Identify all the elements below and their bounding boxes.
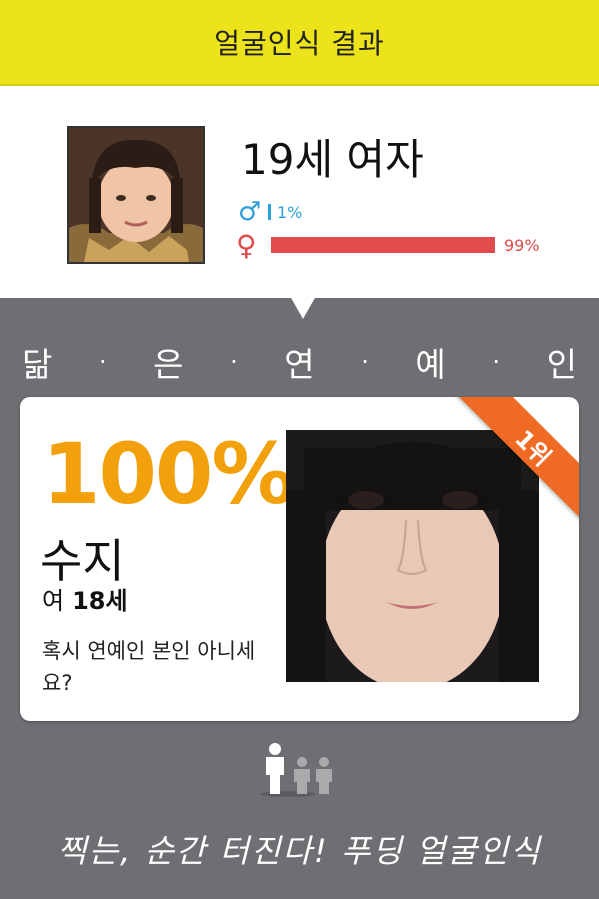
user-photo: [67, 126, 205, 264]
female-stat: ♀ 99%: [236, 228, 540, 262]
celebrity-age: 18세: [72, 587, 128, 615]
match-card[interactable]: 100% 수지 여 18세 혹시 연예인 본인 아니세요? 1위: [20, 397, 579, 721]
celebrity-photo: [286, 430, 539, 682]
section-char: 은: [153, 345, 184, 384]
section-char: 닮: [22, 345, 53, 384]
slogan: 찍는, 순간 터진다! 푸딩 얼굴인식: [57, 832, 542, 870]
separator-dot: ·: [361, 348, 369, 376]
separator-dot: ·: [492, 348, 500, 376]
male-icon: ♂: [238, 197, 262, 227]
pointer-arrow: [290, 296, 316, 319]
section-title: 닮 · 은 · 연 · 예 · 인: [22, 338, 577, 386]
section-char: 인: [546, 345, 577, 384]
separator-dot: ·: [98, 348, 107, 376]
male-percent: 1%: [277, 202, 303, 222]
question-text: 혹시 연예인 본인 아니세요?: [42, 639, 256, 695]
female-bar: [271, 237, 495, 253]
header-bar: 얼굴인식 결과: [0, 0, 599, 86]
people-icon: [258, 742, 354, 797]
profile-panel: 19세 여자 ♂ 1% ♀ 99%: [0, 86, 599, 298]
match-percent: 100%: [42, 425, 296, 523]
age-gender-result: 19세 여자: [241, 135, 424, 184]
separator-dot: ·: [230, 348, 238, 376]
section-char: 연: [284, 345, 315, 384]
female-icon: ♀: [236, 228, 257, 262]
male-bar: [268, 204, 271, 220]
celebrity-info: 여 18세: [42, 581, 128, 616]
page-title: 얼굴인식 결과: [214, 27, 385, 60]
female-percent: 99%: [504, 235, 540, 255]
male-stat: ♂ 1%: [238, 197, 303, 227]
celebrity-gender: 여: [42, 587, 65, 615]
section-char: 예: [415, 345, 446, 384]
